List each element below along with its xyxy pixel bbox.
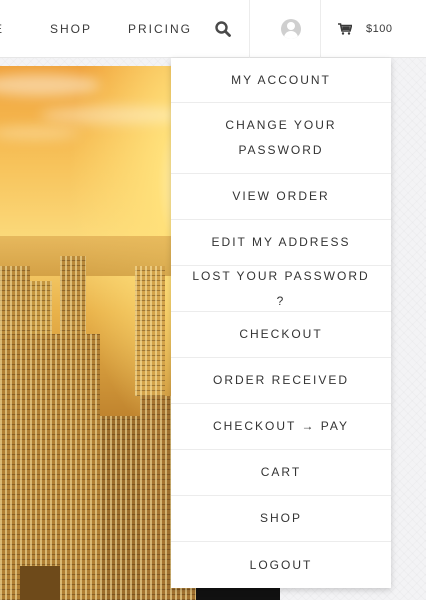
menu-item-edit-address[interactable]: EDIT MY ADDRESS <box>171 220 391 266</box>
account-dropdown-menu: MY ACCOUNT CHANGE YOUR PASSWORD VIEW ORD… <box>171 58 391 588</box>
nav-link-partial[interactable]: E <box>0 22 4 36</box>
menu-item-change-password[interactable]: CHANGE YOUR PASSWORD <box>171 103 391 174</box>
menu-item-logout[interactable]: LOGOUT <box>171 542 391 588</box>
nav-link-pricing[interactable]: PRICING <box>128 22 192 36</box>
top-navigation-bar: E SHOP PRICING $100 <box>0 0 426 58</box>
cart-total: $100 <box>366 23 393 35</box>
hero-image <box>0 66 200 600</box>
nav-link-shop[interactable]: SHOP <box>50 22 92 36</box>
menu-item-cart[interactable]: CART <box>171 450 391 496</box>
nav-divider <box>320 0 321 58</box>
menu-item-my-account[interactable]: MY ACCOUNT <box>171 58 391 103</box>
menu-item-checkout[interactable]: CHECKOUT <box>171 312 391 358</box>
cart-icon <box>338 23 352 35</box>
user-avatar-icon[interactable] <box>281 19 301 39</box>
menu-item-checkout-pay[interactable]: CHECKOUT → PAY <box>171 404 391 450</box>
search-icon[interactable] <box>214 20 232 38</box>
menu-item-lost-password[interactable]: LOST YOUR PASSWORD ? <box>171 266 391 312</box>
cart-button[interactable]: $100 <box>338 20 408 38</box>
menu-item-view-order[interactable]: VIEW ORDER <box>171 174 391 220</box>
nav-divider <box>249 0 250 58</box>
menu-item-order-received[interactable]: ORDER RECEIVED <box>171 358 391 404</box>
menu-item-shop[interactable]: SHOP <box>171 496 391 542</box>
